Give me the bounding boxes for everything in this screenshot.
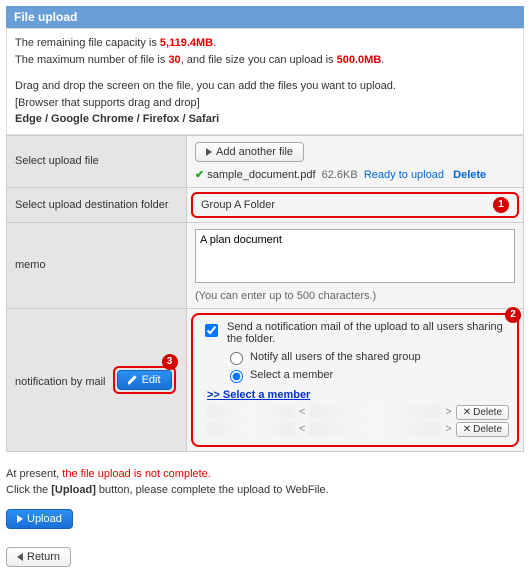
- browser-list: Edge / Google Chrome / Firefox / Safari: [15, 111, 515, 128]
- member-delete-button[interactable]: ✕ Delete: [456, 422, 509, 437]
- notif-checkbox-label: Send a notification mail of the upload t…: [227, 321, 509, 345]
- member-name-redacted: [207, 405, 295, 419]
- return-button[interactable]: Return: [6, 547, 71, 567]
- dest-label: Select upload destination folder: [15, 199, 169, 211]
- file-name: sample_document.pdf: [207, 169, 315, 181]
- upload-warning: the file upload is not complete.: [62, 468, 211, 480]
- select-file-cell: Add another file ✔ sample_document.pdf 6…: [187, 135, 524, 187]
- upload-status-note: At present, the file upload is not compl…: [6, 466, 524, 499]
- maxfiles-pre: The maximum number of file is: [15, 54, 168, 66]
- capacity-remaining: 5,119.4MB: [160, 37, 213, 49]
- form-table: Select upload file Add another file ✔ sa…: [6, 135, 524, 452]
- member-email-redacted: [309, 405, 441, 419]
- pencil-icon: [128, 375, 138, 385]
- drag-hint: Drag and drop the screen on the file, yo…: [15, 78, 515, 95]
- edit-button[interactable]: Edit: [117, 370, 172, 390]
- select-member-link[interactable]: >> Select a member: [207, 389, 509, 401]
- memo-label-cell: memo: [7, 222, 187, 308]
- file-delete-link[interactable]: Delete: [453, 169, 486, 181]
- radio-select[interactable]: [230, 370, 243, 383]
- notif-highlight: 2 Send a notification mail of the upload…: [191, 313, 519, 447]
- play-icon: [17, 515, 23, 523]
- callout-marker-1: 1: [493, 197, 509, 213]
- member-email-redacted: [309, 422, 441, 436]
- notif-label: notification by mail: [15, 376, 106, 388]
- select-file-label-cell: Select upload file: [7, 135, 187, 187]
- page-header: File upload: [6, 6, 524, 28]
- page-title: File upload: [14, 10, 77, 24]
- notif-cell: 2 Send a notification mail of the upload…: [187, 308, 524, 451]
- member-name-redacted: [207, 422, 295, 436]
- member-row: < > ✕ Delete: [207, 405, 509, 420]
- play-icon: [206, 148, 212, 156]
- notif-checkbox[interactable]: [205, 324, 218, 337]
- member-delete-button[interactable]: ✕ Delete: [456, 405, 509, 420]
- back-icon: [17, 553, 23, 561]
- dest-label-cell: Select upload destination folder: [7, 187, 187, 222]
- radio-select-label[interactable]: Select a member: [225, 367, 509, 383]
- x-icon: ✕: [463, 407, 471, 418]
- callout-marker-3: 3: [162, 354, 178, 370]
- max-files: 30: [168, 54, 180, 66]
- memo-hint: (You can enter up to 500 characters.): [195, 290, 515, 302]
- memo-cell: (You can enter up to 500 characters.): [187, 222, 524, 308]
- file-row: ✔ sample_document.pdf 62.6KB Ready to up…: [195, 168, 515, 181]
- file-size: 62.6KB: [322, 169, 358, 181]
- dest-folder-highlight: Group A Folder 1: [191, 192, 519, 218]
- file-status: Ready to upload: [364, 169, 444, 181]
- add-another-file-button[interactable]: Add another file: [195, 142, 304, 162]
- upload-button[interactable]: Upload: [6, 509, 73, 529]
- radio-all[interactable]: [230, 352, 243, 365]
- info-box: The remaining file capacity is 5,119.4MB…: [6, 28, 524, 135]
- memo-label: memo: [15, 259, 46, 271]
- dest-folder-name[interactable]: Group A Folder: [201, 199, 489, 211]
- capacity-pre: The remaining file capacity is: [15, 37, 160, 49]
- maxsize-mid: , and file size you can upload is: [181, 54, 337, 66]
- x-icon: ✕: [463, 424, 471, 435]
- select-file-label: Select upload file: [15, 155, 99, 167]
- dest-cell: Group A Folder 1: [187, 187, 524, 222]
- callout-marker-2: 2: [505, 307, 521, 323]
- memo-textarea[interactable]: [195, 229, 515, 283]
- max-size: 500.0MB: [337, 54, 382, 66]
- member-row: < > ✕ Delete: [207, 422, 509, 437]
- check-icon: ✔: [195, 169, 204, 181]
- browser-hint: [Browser that supports drag and drop]: [15, 95, 515, 112]
- notif-label-cell: notification by mail 3 Edit: [7, 308, 187, 451]
- radio-all-label[interactable]: Notify all users of the shared group: [225, 349, 509, 365]
- edit-button-highlight: 3 Edit: [113, 366, 176, 394]
